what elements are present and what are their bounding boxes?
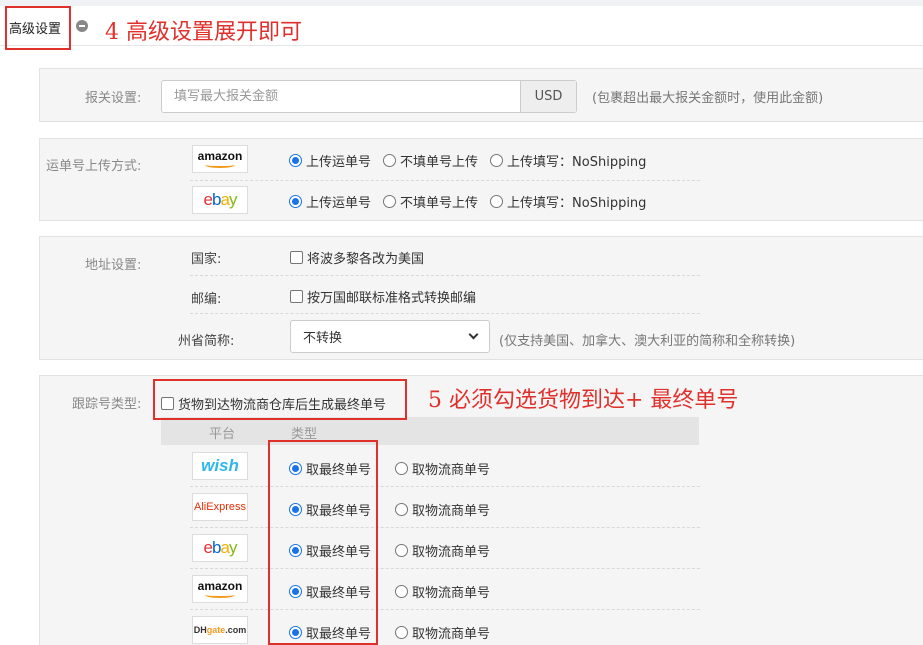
option-upload-no-tracking[interactable]: 不填单号上传 [383,151,478,170]
option-carrier-number[interactable]: 取物流商单号 [395,623,490,642]
radio-selected [289,195,302,208]
zip-label: 邮编: [191,292,222,307]
collapse-icon[interactable] [76,20,88,32]
customs-hint: (包裹超出最大报关金额时，使用此金额) [592,91,824,106]
amazon-upload-options: 上传运单号 不填单号上传 上传填写：NoShipping [289,151,658,170]
aliexpress-logo: AliExpress [192,493,248,521]
max-declared-value-group: USD [161,80,577,113]
puerto-rico-option[interactable]: 将波多黎各改为美国 [290,248,424,267]
option-upload-tracking[interactable]: 上传运单号 [289,151,371,170]
radio [395,626,409,639]
tracking-table-header: 平台 类型 [161,417,699,445]
radio [383,154,397,167]
radio-selected [289,154,302,167]
radio [395,544,409,557]
tracking-type-label: 跟踪号类型: [72,397,142,412]
checkbox [290,251,303,264]
option-upload-no-tracking[interactable]: 不填单号上传 [383,192,478,211]
row-divider [190,313,700,314]
upload-method-panel: 运单号上传方式: amazon 上传运单号 不填单号上传 上传填写：NoShip… [39,138,923,221]
row-divider [190,527,700,528]
ebay-upload-options: 上传运单号 不填单号上传 上传填写：NoShipping [289,192,658,211]
currency-addon: USD [520,81,576,112]
upload-method-label: 运单号上传方式: [46,159,142,174]
row-divider [190,568,700,569]
annotation-box-checkbox [153,379,407,420]
ebay-logo: ebay [192,186,248,214]
row-divider [190,609,700,610]
state-abbrev-label: 州省简称: [178,334,235,349]
max-declared-value-input[interactable] [162,81,520,112]
customs-label: 报关设置: [85,91,142,106]
ebay-logo: ebay [192,534,248,562]
radio [395,503,409,516]
option-carrier-number[interactable]: 取物流商单号 [395,459,490,478]
radio [383,195,397,208]
checkbox [290,290,303,303]
radio [490,154,504,167]
address-panel: 地址设置: 国家: 将波多黎各改为美国 邮编: 按万国邮联标准格式转换邮编 州省… [39,236,923,360]
customs-panel: 报关设置: USD (包裹超出最大报关金额时，使用此金额) [39,68,923,122]
annotation-text-5: 5 必须勾选货物到达+ 最终单号 [428,388,739,413]
amazon-logo: amazon [192,145,248,173]
dhgate-logo: DH gate .com [192,616,248,644]
option-carrier-number[interactable]: 取物流商单号 [395,582,490,601]
annotation-box-4 [5,6,71,50]
country-label: 国家: [191,252,222,267]
chevron-down-icon [468,329,479,340]
radio [490,195,504,208]
column-platform: 平台 [209,427,236,442]
wish-logo: wish [192,452,248,480]
annotation-box-final-column [268,440,378,645]
row-divider [190,180,700,181]
radio [395,585,409,598]
radio [395,462,409,475]
address-label: 地址设置: [85,258,142,273]
state-abbrev-select[interactable]: 不转换 [290,320,490,353]
row-divider [190,275,700,276]
option-carrier-number[interactable]: 取物流商单号 [395,500,490,519]
zip-format-option[interactable]: 按万国邮联标准格式转换邮编 [290,287,476,306]
row-divider [190,486,700,487]
option-upload-tracking[interactable]: 上传运单号 [289,192,371,211]
option-carrier-number[interactable]: 取物流商单号 [395,541,490,560]
option-upload-noshipping[interactable]: 上传填写：NoShipping [490,151,646,170]
state-hint: (仅支持美国、加拿大、澳大利亚的简称和全称转换) [499,334,796,349]
option-upload-noshipping[interactable]: 上传填写：NoShipping [490,192,646,211]
amazon-logo: amazon [192,575,248,603]
annotation-text-4: 4 高级设置展开即可 [105,20,302,45]
